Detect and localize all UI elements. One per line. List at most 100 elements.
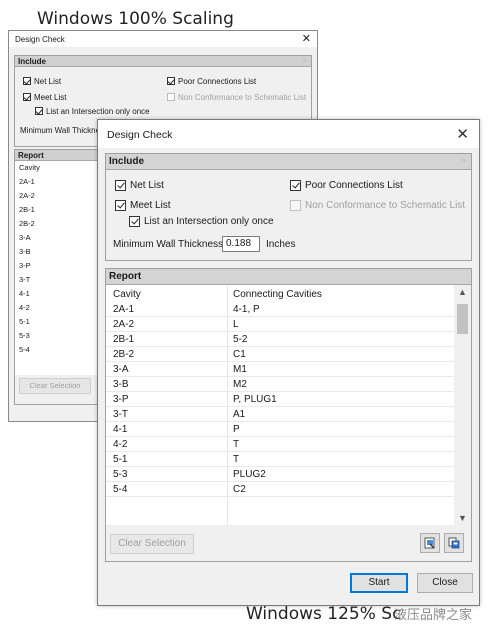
cavity-column-header: Cavity (19, 163, 40, 172)
net-list-checkbox[interactable] (23, 77, 31, 85)
cavity-cell: 5-3 (113, 469, 128, 480)
select-view-button[interactable] (420, 533, 440, 553)
meet-list-label: Meet List (130, 200, 171, 211)
connecting-cavities-cell: P, PLUG1 (233, 394, 277, 405)
export-report-button[interactable] (444, 533, 464, 553)
intersection-once-label: List an Intersection only once (46, 107, 150, 116)
report-group: Report Cavity Connecting Cavities 2A-1 4-… (105, 268, 472, 562)
table-row[interactable]: 2A-1 (19, 177, 35, 186)
table-header-row: Cavity Connecting Cavities (106, 285, 454, 302)
table-row[interactable]: 2B-1 (19, 205, 35, 214)
connecting-cavities-cell: A1 (233, 409, 246, 420)
caption-100-scaling: Windows 100% Scaling (37, 9, 234, 29)
cavity-cell: 5-4 (113, 484, 128, 495)
cavity-cell: 4-2 (113, 439, 128, 450)
table-row[interactable]: 3-P (19, 261, 31, 270)
include-group: Include » Net List Meet List List an Int… (105, 153, 472, 261)
table-row[interactable]: 2B-1 5-2 (106, 332, 454, 347)
meet-list-checkbox[interactable] (23, 93, 31, 101)
scroll-down-arrow-icon[interactable]: ▼ (458, 513, 467, 523)
dialog-title: Design Check (107, 129, 173, 141)
table-row[interactable]: 3-T (19, 275, 30, 284)
watermark-text: 液压品牌之家 (394, 608, 473, 623)
cavity-cell: 3-B (113, 379, 129, 390)
min-wall-thickness-input[interactable]: 0.188 (222, 236, 260, 252)
table-row[interactable]: 3-T A1 (106, 407, 454, 422)
poor-connections-checkbox[interactable] (167, 77, 175, 85)
non-conformance-label: Non Conformance to Schematic List (178, 93, 307, 102)
non-conformance-checkbox[interactable] (167, 93, 175, 101)
min-wall-label: Minimum Wall Thicknes (20, 126, 105, 135)
connecting-cavities-cell: T (233, 439, 240, 450)
vertical-scrollbar[interactable]: ▲ ▼ (454, 285, 471, 525)
cavity-cell: 2A-2 (113, 319, 135, 330)
connecting-cavities-cell: 4-1, P (233, 304, 260, 315)
column-header-cavity[interactable]: Cavity (113, 289, 141, 300)
title-bar: Design Check ✕ (98, 120, 479, 148)
table-row[interactable]: 5-3 (19, 331, 30, 340)
net-list-checkbox[interactable] (115, 180, 126, 191)
connecting-cavities-cell: C2 (233, 484, 246, 495)
table-row[interactable]: 4-1 (19, 289, 30, 298)
table-row[interactable]: 5-1 (19, 317, 30, 326)
export-report-icon (448, 537, 460, 549)
collapse-icon[interactable]: » (460, 155, 466, 166)
scroll-up-arrow-icon[interactable]: ▲ (458, 287, 467, 297)
connecting-cavities-cell: P (233, 424, 240, 435)
intersection-once-checkbox[interactable] (129, 216, 140, 227)
meet-list-label: Meet List (34, 93, 67, 102)
start-button[interactable]: Start (350, 573, 408, 593)
dialog-title: Design Check (15, 35, 65, 44)
non-conformance-checkbox[interactable] (290, 200, 301, 211)
close-icon[interactable]: ✕ (302, 32, 311, 45)
report-table: Cavity 2A-1 2A-2 2B-1 2B-2 3-A 3-B 3-P 3… (15, 161, 105, 375)
include-header: Include (106, 154, 471, 170)
column-header-connecting-cavities[interactable]: Connecting Cavities (233, 289, 322, 300)
table-row[interactable]: 5-4 C2 (106, 482, 454, 497)
cavity-cell: 5-1 (113, 454, 128, 465)
cavity-cell: 4-1 (113, 424, 128, 435)
net-list-label: Net List (130, 180, 164, 191)
table-row[interactable]: 3-A (19, 233, 31, 242)
cavity-cell: 3-T (113, 409, 128, 420)
table-row[interactable]: 3-B M2 (106, 377, 454, 392)
non-conformance-label: Non Conformance to Schematic List (305, 200, 466, 211)
collapse-icon[interactable]: » (303, 56, 307, 65)
connecting-cavities-cell: PLUG2 (233, 469, 266, 480)
poor-connections-checkbox[interactable] (290, 180, 301, 191)
title-bar: Design Check ✕ (9, 31, 317, 47)
intersection-once-label: List an Intersection only once (144, 216, 274, 227)
report-table: Cavity Connecting Cavities 2A-1 4-1, P 2A-… (106, 285, 471, 525)
meet-list-checkbox[interactable] (115, 200, 126, 211)
clear-selection-button[interactable]: Clear Selection (19, 378, 91, 394)
clear-selection-button[interactable]: Clear Selection (110, 534, 194, 554)
connecting-cavities-cell: L (233, 319, 239, 330)
table-row[interactable]: 4-2 (19, 303, 30, 312)
table-row[interactable]: 2A-2 L (106, 317, 454, 332)
table-row[interactable]: 3-A M1 (106, 362, 454, 377)
min-wall-label: Minimum Wall Thickness (113, 239, 224, 250)
table-row[interactable]: 3-P P, PLUG1 (106, 392, 454, 407)
connecting-cavities-cell: M2 (233, 379, 247, 390)
report-header: Report (106, 269, 471, 285)
connecting-cavities-cell: 5-2 (233, 334, 248, 345)
caption-125-scaling: Windows 125% Sc (246, 604, 402, 624)
table-row[interactable]: 5-1 T (106, 452, 454, 467)
table-row[interactable]: 5-3 PLUG2 (106, 467, 454, 482)
cavity-cell: 3-A (113, 364, 129, 375)
table-row[interactable]: 2A-1 4-1, P (106, 302, 454, 317)
poor-connections-label: Poor Connections List (305, 180, 403, 191)
table-row[interactable]: 5-4 (19, 345, 30, 354)
table-row[interactable]: 2B-2 C1 (106, 347, 454, 362)
cavity-cell: 2B-1 (113, 334, 135, 345)
cavity-cell: 2A-1 (113, 304, 135, 315)
scrollbar-thumb[interactable] (457, 304, 468, 334)
close-button[interactable]: Close (417, 573, 473, 593)
table-row[interactable]: 4-1 P (106, 422, 454, 437)
close-icon[interactable]: ✕ (456, 125, 469, 143)
table-row[interactable]: 2A-2 (19, 191, 35, 200)
table-row[interactable]: 4-2 T (106, 437, 454, 452)
table-row[interactable]: 3-B (19, 247, 31, 256)
table-row[interactable]: 2B-2 (19, 219, 35, 228)
intersection-once-checkbox[interactable] (35, 107, 43, 115)
